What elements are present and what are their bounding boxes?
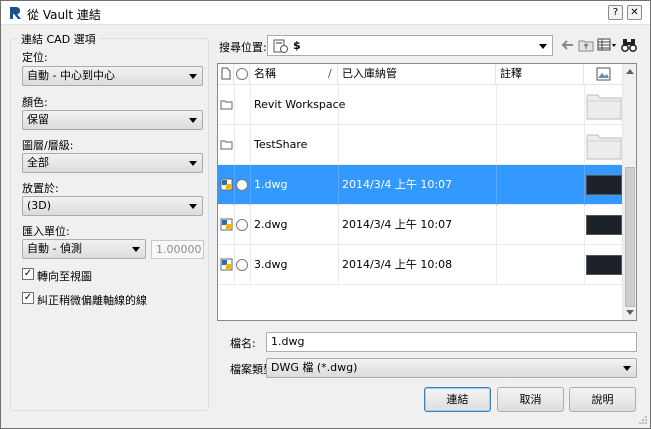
close-button[interactable]: ✕ <box>627 5 642 20</box>
dwg-thumbnail <box>586 255 622 275</box>
folder-icon <box>220 140 233 150</box>
place-at-label: 放置於: <box>22 182 59 195</box>
list-item[interactable]: TestShare <box>218 125 622 165</box>
place-at-select[interactable]: (3D) <box>22 196 203 216</box>
revit-app-icon <box>10 7 21 19</box>
positioning-label: 定位: <box>22 51 48 64</box>
status-icon <box>236 179 248 191</box>
resize-grip-icon[interactable] <box>638 415 648 425</box>
header-name-label: 名稱 <box>254 67 276 80</box>
chevron-down-icon <box>189 118 197 123</box>
header-thumbnail-column[interactable] <box>584 64 622 85</box>
title-bar: 從 Vault 連結 ? ✕ <box>1 1 650 25</box>
chevron-down-icon <box>189 161 197 166</box>
look-in-select[interactable]: $ <box>267 35 553 56</box>
up-folder-icon[interactable] <box>578 37 594 53</box>
filename-label: 檔名: <box>230 337 256 350</box>
positioning-select[interactable]: 自動 - 中心到中心 <box>22 66 203 86</box>
positioning-value: 自動 - 中心到中心 <box>27 69 115 82</box>
link-button[interactable]: 連結 <box>424 387 491 412</box>
dwg-file-icon <box>220 218 233 231</box>
status-header-icon <box>236 68 248 80</box>
header-checked-in-label: 已入庫納管 <box>342 67 397 80</box>
place-at-value: (3D) <box>27 199 52 212</box>
correct-lines-label: 糾正稍微偏離軸線的線 <box>37 294 147 307</box>
import-units-label: 匯入單位: <box>22 225 70 238</box>
checked-in-date: 2014/3/4 上午 10:07 <box>342 178 453 191</box>
look-in-label: 搜尋位置: <box>219 41 267 54</box>
vault-folder-icon <box>273 39 288 53</box>
scroll-thumb[interactable] <box>625 167 635 307</box>
cad-options-title: 連結 CAD 選項 <box>18 31 99 47</box>
filetype-select[interactable]: DWG 檔 (*.dwg) <box>266 358 637 378</box>
file-name: TestShare <box>254 138 308 151</box>
window-title: 從 Vault 連結 <box>27 8 101 22</box>
file-name: 1.dwg <box>254 178 288 191</box>
list-item[interactable]: 2.dwg 2014/3/4 上午 10:07 <box>218 205 622 245</box>
chevron-down-icon <box>539 44 547 49</box>
layers-label: 圖層/層級: <box>22 139 74 152</box>
filetype-value: DWG 檔 (*.dwg) <box>271 361 358 374</box>
status-icon <box>236 219 248 231</box>
file-name: 2.dwg <box>254 218 288 231</box>
header-name-column[interactable]: 名稱 / <box>250 64 338 85</box>
chevron-down-icon <box>189 204 197 209</box>
scroll-down-arrow-icon[interactable] <box>626 310 634 315</box>
scroll-up-arrow-icon[interactable] <box>626 69 634 74</box>
scale-factor-input[interactable]: 1.00000 <box>151 240 204 259</box>
chevron-down-icon <box>132 247 140 252</box>
views-menu-icon[interactable] <box>597 37 617 53</box>
colors-select[interactable]: 保留 <box>22 110 203 130</box>
cancel-button[interactable]: 取消 <box>497 387 564 412</box>
list-item[interactable]: 3.dwg 2014/3/4 上午 10:08 <box>218 245 622 285</box>
list-item[interactable]: Revit Workspace <box>218 85 622 125</box>
file-list[interactable]: 名稱 / 已入庫納管 註釋 Revit Workspace TestShare … <box>217 63 637 321</box>
document-icon <box>221 67 231 80</box>
image-icon <box>596 67 611 81</box>
import-units-select[interactable]: 自動 - 偵測 <box>22 239 146 259</box>
back-arrow-icon[interactable] <box>561 37 575 53</box>
vertical-scrollbar[interactable] <box>622 64 636 320</box>
checked-in-date: 2014/3/4 上午 10:08 <box>342 258 453 271</box>
layers-select[interactable]: 全部 <box>22 153 203 173</box>
dwg-thumbnail <box>586 215 622 235</box>
colors-label: 顏色: <box>22 96 48 109</box>
folder-thumbnail-icon <box>586 134 622 160</box>
link-from-vault-dialog: 從 Vault 連結 ? ✕ 連結 CAD 選項 定位: 自動 - 中心到中心 … <box>0 0 651 429</box>
import-units-value: 自動 - 偵測 <box>27 242 82 255</box>
dwg-file-icon <box>220 178 233 191</box>
title-help-button[interactable]: ? <box>608 5 623 20</box>
colors-value: 保留 <box>27 113 49 126</box>
file-name: 3.dwg <box>254 258 288 271</box>
sort-indicator: / <box>328 67 332 80</box>
chevron-down-icon <box>189 74 197 79</box>
dwg-thumbnail <box>586 175 622 195</box>
dwg-file-icon <box>220 258 233 271</box>
layers-value: 全部 <box>27 156 49 169</box>
header-comment-label: 註釋 <box>500 67 522 80</box>
look-in-value: $ <box>293 39 301 52</box>
folder-icon <box>220 100 233 110</box>
header-status-column[interactable] <box>234 64 250 85</box>
help-button[interactable]: 說明 <box>569 387 636 412</box>
filename-input[interactable]: 1.dwg <box>266 332 637 352</box>
orient-to-view-label: 轉向至視圖 <box>37 270 92 283</box>
file-name: Revit Workspace <box>254 98 346 111</box>
header-checked-in-column[interactable]: 已入庫納管 <box>338 64 496 85</box>
chevron-down-icon <box>623 366 631 371</box>
binoculars-icon[interactable] <box>621 37 637 53</box>
header-file-column[interactable] <box>218 64 234 85</box>
header-comment-column[interactable]: 註釋 <box>496 64 584 85</box>
correct-lines-checkbox[interactable]: ✓ <box>22 292 34 304</box>
status-icon <box>236 259 248 271</box>
folder-thumbnail-icon <box>586 94 622 120</box>
list-header: 名稱 / 已入庫納管 註釋 <box>218 64 622 85</box>
checked-in-date: 2014/3/4 上午 10:07 <box>342 218 453 231</box>
orient-to-view-checkbox[interactable]: ✓ <box>22 268 34 280</box>
list-item-selected[interactable]: 1.dwg 2014/3/4 上午 10:07 <box>218 165 622 205</box>
